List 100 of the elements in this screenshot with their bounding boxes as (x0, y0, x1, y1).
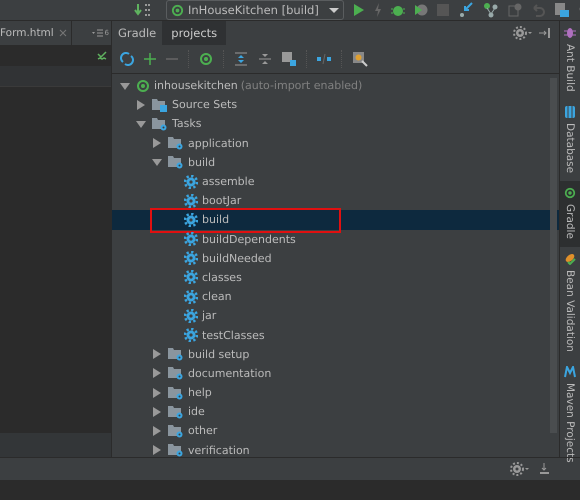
tree-item[interactable]: Tasks (112, 114, 559, 134)
download-arrow-icon[interactable] (134, 4, 142, 16)
tree-item-label: other (188, 424, 218, 438)
tree-item[interactable]: clean (112, 287, 559, 306)
download-icon[interactable] (538, 463, 550, 475)
check-icon (97, 51, 107, 61)
gear-icon (184, 328, 198, 342)
settings-icon[interactable] (513, 26, 533, 40)
task-folder-icon (168, 386, 184, 400)
tree-item-label: Source Sets (172, 98, 238, 112)
gradle-execute-icon[interactable] (199, 52, 213, 66)
task-folder-icon (168, 136, 184, 150)
tool-window-button[interactable]: Database (560, 100, 580, 181)
tree-item[interactable]: build (112, 152, 559, 172)
tree-item[interactable]: build setup (112, 344, 559, 364)
expand-arrow-icon[interactable] (152, 406, 162, 417)
gradle-project-icon (136, 78, 150, 93)
tree-item[interactable]: testClasses (112, 325, 559, 345)
gear-icon (184, 270, 198, 284)
add-icon[interactable] (144, 53, 156, 65)
tree-item-label: application (188, 136, 249, 150)
tool-window-button[interactable]: Maven Projects (560, 360, 580, 470)
collapse-arrow-icon[interactable] (152, 157, 162, 168)
panel-title: Gradle (118, 26, 156, 40)
tree-item[interactable]: bootJar (112, 191, 559, 210)
expand-arrow-icon[interactable] (152, 368, 162, 378)
tree-item[interactable]: verification (112, 440, 559, 457)
tree-item-label: clean (202, 290, 232, 304)
editor-tab[interactable]: Form.html (0, 21, 72, 45)
collapse-arrow-icon[interactable] (136, 118, 146, 129)
tree-item-label: assemble (202, 175, 254, 188)
vcs-update-icon[interactable] (458, 2, 474, 18)
tree-item[interactable]: classes (112, 268, 559, 288)
tree-item[interactable]: help (112, 383, 559, 402)
gear-icon (184, 174, 198, 189)
expand-all-icon[interactable] (234, 52, 248, 66)
link-icon[interactable] (317, 54, 331, 64)
gradle-logo-icon (171, 4, 184, 16)
ant-icon (564, 27, 576, 39)
maven-icon (564, 366, 576, 378)
gradle-settings-icon[interactable] (352, 51, 368, 67)
tree-item-label: build setup (188, 348, 250, 361)
task-folder-icon (168, 155, 184, 170)
expand-arrow-icon[interactable] (136, 100, 146, 110)
group-modules-icon[interactable] (282, 52, 296, 66)
tree-item-label: documentation (188, 366, 272, 380)
tree-item-label: buildDependents (202, 232, 296, 246)
gear-icon (184, 212, 198, 227)
task-folder-icon (168, 443, 184, 457)
project-structure-icon[interactable] (554, 2, 570, 18)
tree-item[interactable]: assemble (112, 172, 559, 192)
gear-icon (184, 290, 198, 304)
gradle-logo-icon (564, 186, 576, 199)
scrollbar-thumb[interactable] (550, 78, 557, 433)
tree-item-label: Tasks (172, 117, 202, 130)
tool-window-button[interactable]: Gradle (560, 180, 580, 247)
vcs-commit-icon[interactable] (482, 2, 499, 18)
run-configuration-dropdown[interactable]: InHouseKitchen [build] (166, 0, 344, 20)
dotted-icon[interactable] (145, 3, 151, 17)
tree-item[interactable]: buildDependents (112, 230, 559, 249)
close-icon[interactable] (58, 29, 67, 37)
expand-arrow-icon[interactable] (152, 388, 162, 398)
tree-item[interactable]: ide (112, 402, 559, 422)
gear-icon (184, 308, 198, 323)
tree-item[interactable]: documentation (112, 364, 559, 383)
settings-icon[interactable] (510, 462, 530, 476)
expand-arrow-icon[interactable] (152, 138, 162, 148)
tree-item[interactable]: buildNeeded (112, 248, 559, 268)
module-folder-icon (152, 98, 168, 112)
tree-item[interactable]: other (112, 421, 559, 441)
tree-item-label: build (188, 156, 216, 169)
tree-item-label: help (188, 386, 212, 400)
task-folder-icon (168, 404, 184, 419)
tree-item[interactable]: Source Sets (112, 95, 559, 114)
tree-item-note: (auto-import enabled) (240, 79, 362, 92)
tree-item-label: inhousekitchen (154, 79, 238, 92)
tree-item-label: testClasses (202, 328, 265, 342)
collapse-arrow-icon[interactable] (120, 80, 130, 91)
tree-item[interactable]: application (112, 134, 559, 153)
panel-tab[interactable]: projects (162, 21, 226, 45)
tree-item[interactable]: inhousekitchen (auto-import enabled) (112, 76, 559, 96)
expand-arrow-icon[interactable] (152, 426, 162, 436)
collapse-all-icon[interactable] (258, 52, 272, 66)
bug-icon[interactable] (390, 3, 405, 17)
expand-arrow-icon[interactable] (152, 349, 162, 360)
hide-panel-icon[interactable] (539, 27, 551, 39)
tree-item[interactable]: jar (112, 306, 559, 326)
coverage-icon[interactable] (414, 3, 428, 17)
tree-item-label: classes (202, 270, 242, 284)
task-folder-icon (168, 366, 184, 380)
run-icon[interactable] (352, 3, 365, 17)
tool-window-button[interactable]: Ant Build (560, 21, 580, 100)
refresh-icon[interactable] (120, 52, 134, 66)
gear-icon (184, 251, 198, 266)
tool-window-button[interactable]: Bean Validation (560, 246, 580, 360)
tree-item-label: jar (202, 309, 216, 322)
bean-check-icon (564, 252, 576, 265)
tree-item-label: buildNeeded (202, 252, 272, 265)
expand-arrow-icon[interactable] (152, 445, 162, 456)
tree-item-label: verification (188, 444, 250, 457)
